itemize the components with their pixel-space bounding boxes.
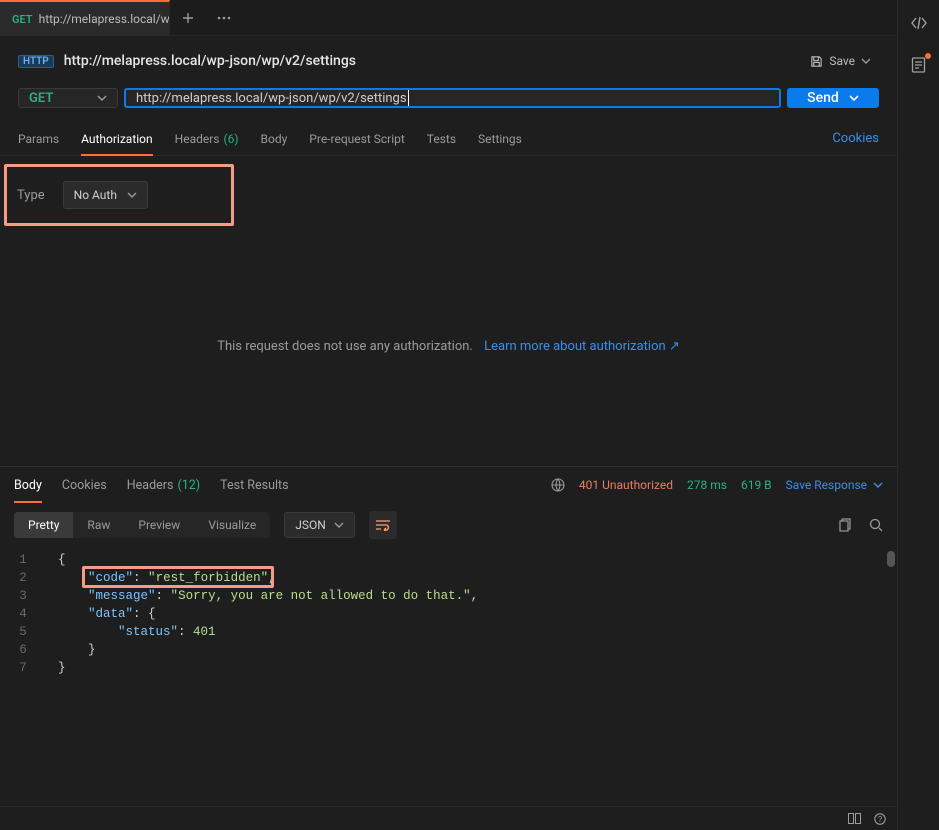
view-preview[interactable]: Preview: [124, 512, 194, 538]
scrollbar-thumb[interactable]: [887, 551, 895, 567]
auth-type-value: No Auth: [74, 188, 117, 202]
request-tab[interactable]: GET http://melapress.local/wp: [0, 0, 170, 36]
notification-dot-icon: [925, 53, 931, 59]
svg-text:?: ?: [878, 815, 883, 824]
request-header: HTTP http://melapress.local/wp-json/wp/v…: [0, 36, 897, 80]
format-select[interactable]: JSON: [284, 512, 355, 538]
auth-type-label: Type: [17, 188, 45, 203]
chevron-down-icon: [873, 482, 883, 488]
response-body-code[interactable]: 1{ 2 "code": "rest_forbidden", 3 "messag…: [0, 547, 897, 717]
response-panel: Body Cookies Headers(12) Test Results 40…: [0, 466, 897, 717]
tab-headers[interactable]: Headers(6): [175, 122, 239, 155]
response-status: 401 Unauthorized 278 ms 619 B Save Respo…: [551, 478, 883, 492]
send-label: Send: [807, 90, 839, 106]
tab-prerequest[interactable]: Pre-request Script: [309, 122, 404, 155]
panel-layout-icon[interactable]: [847, 812, 861, 826]
save-response-button[interactable]: Save Response: [786, 478, 883, 492]
view-pretty[interactable]: Pretty: [14, 512, 73, 538]
chevron-down-icon: [97, 95, 107, 101]
save-button[interactable]: Save: [802, 50, 879, 72]
response-tabs: Body Cookies Headers(12) Test Results 40…: [0, 467, 897, 503]
tab-strip: GET http://melapress.local/wp: [0, 0, 897, 36]
save-label: Save: [829, 54, 855, 68]
chevron-down-icon: [861, 58, 871, 64]
tab-tests[interactable]: Tests: [427, 122, 456, 155]
response-time: 278 ms: [687, 478, 727, 492]
chevron-down-icon: [849, 95, 859, 101]
tab-method: GET: [12, 13, 33, 26]
code-snippet-icon[interactable]: [910, 14, 928, 32]
auth-empty-message: This request does not use any authorizat…: [0, 226, 897, 466]
auth-type-highlight: Type No Auth: [4, 164, 234, 226]
tab-title: http://melapress.local/wp: [39, 12, 170, 26]
copy-icon[interactable]: [839, 518, 853, 532]
tab-settings[interactable]: Settings: [478, 122, 522, 155]
send-button[interactable]: Send: [787, 88, 879, 108]
auth-section: Type No Auth: [0, 156, 897, 226]
view-mode-segmented: Pretty Raw Preview Visualize: [14, 512, 270, 538]
cookies-link[interactable]: Cookies: [832, 131, 879, 146]
documentation-icon[interactable]: [910, 56, 928, 74]
request-title: http://melapress.local/wp-json/wp/v2/set…: [64, 53, 793, 69]
http-badge-icon: HTTP: [18, 55, 54, 68]
tab-body[interactable]: Body: [261, 122, 288, 155]
line-wrap-button[interactable]: [369, 511, 397, 539]
url-input[interactable]: http://melapress.local/wp-json/wp/v2/set…: [124, 88, 781, 108]
response-tab-testresults[interactable]: Test Results: [220, 467, 288, 503]
help-icon[interactable]: ?: [873, 812, 887, 826]
view-raw[interactable]: Raw: [73, 512, 124, 538]
url-value: http://melapress.local/wp-json/wp/v2/set…: [136, 91, 407, 106]
status-code: 401 Unauthorized: [579, 478, 673, 492]
right-rail: [897, 0, 939, 830]
search-icon[interactable]: [869, 518, 883, 532]
format-value: JSON: [295, 518, 326, 532]
wrap-icon: [375, 519, 391, 531]
tab-authorization[interactable]: Authorization: [81, 122, 153, 155]
chevron-down-icon: [127, 192, 137, 198]
save-icon: [810, 55, 823, 68]
response-tab-headers[interactable]: Headers(12): [127, 467, 200, 503]
method-select[interactable]: GET: [18, 88, 118, 108]
auth-learn-more-link[interactable]: Learn more about authorization ↗: [484, 339, 680, 354]
tab-overflow-button[interactable]: [206, 0, 242, 35]
auth-type-select[interactable]: No Auth: [63, 181, 148, 209]
url-row: GET http://melapress.local/wp-json/wp/v2…: [0, 80, 897, 122]
view-visualize[interactable]: Visualize: [194, 512, 270, 538]
network-icon[interactable]: [551, 478, 565, 492]
response-view-row: Pretty Raw Preview Visualize JSON: [0, 503, 897, 547]
chevron-down-icon: [334, 522, 344, 528]
auth-message-text: This request does not use any authorizat…: [217, 339, 473, 354]
response-tab-body[interactable]: Body: [14, 467, 42, 503]
tab-params[interactable]: Params: [18, 122, 59, 155]
status-bar: ?: [0, 806, 897, 830]
new-tab-button[interactable]: [170, 0, 206, 35]
response-size: 619 B: [741, 478, 772, 492]
method-value: GET: [29, 91, 53, 106]
response-tab-cookies[interactable]: Cookies: [62, 467, 107, 503]
request-subtabs: Params Authorization Headers(6) Body Pre…: [0, 122, 897, 156]
